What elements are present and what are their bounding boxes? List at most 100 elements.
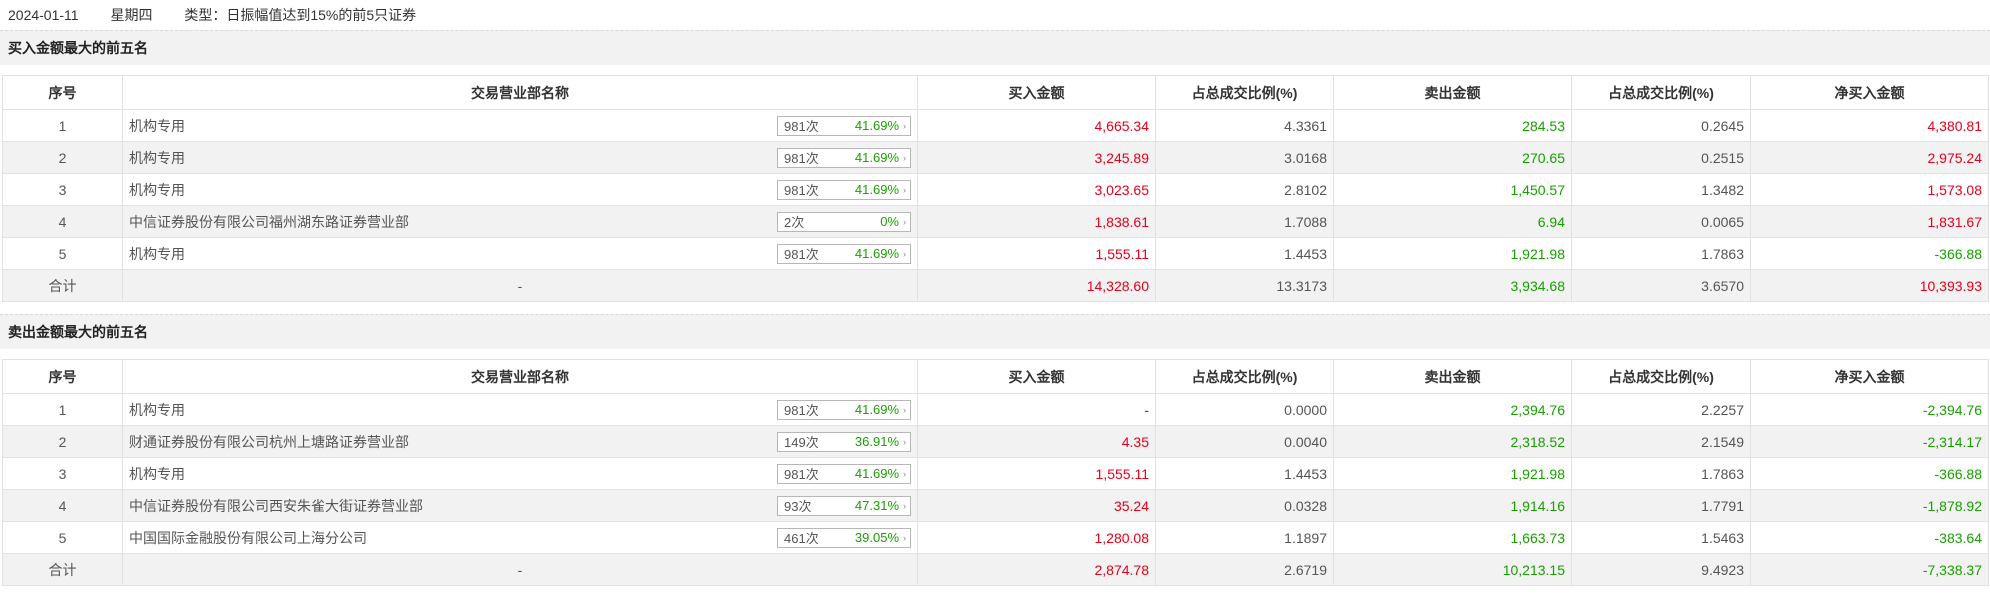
buy-ratio: 0.0328 [1155,489,1334,522]
col-header-sell: 卖出金额 [1333,359,1572,394]
buy-ratio: 0.0000 [1155,393,1334,426]
row-index: 5 [2,521,123,554]
row-index: 4 [2,205,123,238]
sell-amount: 1,921.98 [1333,237,1572,270]
trade-count: 981次 [784,151,819,166]
broker-stats-badge[interactable]: 981次 41.69% › [777,399,911,420]
broker-cell: 机构专用 981次 41.69% › [122,393,918,426]
col-header-sell-ratio: 占总成交比例(%) [1571,359,1751,394]
col-header-net: 净买入金额 [1750,359,1989,394]
row-index: 1 [2,109,123,142]
table-total-row: 合计 - 14,328.60 13.3173 3,934.68 3.6570 1… [2,269,1989,302]
sell-ratio: 2.2257 [1571,393,1751,426]
chevron-right-icon: › [903,436,906,447]
broker-name[interactable]: 机构专用 [129,464,185,484]
broker-stats-badge[interactable]: 2次 0% › [777,211,911,232]
broker-stats-badge[interactable]: 149次 36.91% › [777,431,911,452]
broker-stats-badge[interactable]: 461次 39.05% › [777,527,911,548]
broker-name[interactable]: 中信证券股份有限公司福州湖东路证券营业部 [129,212,409,232]
col-header-sell: 卖出金额 [1333,75,1572,110]
total-sell-ratio: 3.6570 [1571,269,1751,302]
total-sell-ratio: 9.4923 [1571,553,1751,586]
broker-name[interactable]: 财通证券股份有限公司杭州上塘路证券营业部 [129,432,409,452]
buy-ratio: 3.0168 [1155,141,1334,174]
total-buy-amount: 14,328.60 [917,269,1156,302]
sell-ratio: 1.7863 [1571,237,1751,270]
buy-ratio: 1.4453 [1155,237,1334,270]
sell-ratio: 1.7863 [1571,457,1751,490]
total-name-placeholder: - [122,269,918,302]
broker-name[interactable]: 机构专用 [129,400,185,420]
row-index: 3 [2,457,123,490]
sell-amount: 284.53 [1333,109,1572,142]
win-rate: 47.31% [854,498,899,513]
table-row: 4 中信证券股份有限公司福州湖东路证券营业部 2次 0% › 1,838.61 1.… [2,205,1989,238]
net-amount: -1,878.92 [1750,489,1989,522]
win-rate: 41.69% [854,246,899,261]
sell-section-title: 卖出金额最大的前五名 [0,314,1990,349]
chevron-right-icon: › [903,404,906,415]
buy-amount: 4,665.34 [917,109,1156,142]
broker-cell: 中国国际金融股份有限公司上海分公司 461次 39.05% › [122,521,918,554]
net-amount: -366.88 [1750,457,1989,490]
broker-name[interactable]: 机构专用 [129,244,185,264]
buy-amount: - [917,393,1156,426]
row-index: 1 [2,393,123,426]
win-rate: 41.69% [854,182,899,197]
total-label: 合计 [2,553,123,586]
table-row: 4 中信证券股份有限公司西安朱雀大街证券营业部 93次 47.31% › 35.24… [2,489,1989,522]
net-amount: 1,573.08 [1750,173,1989,206]
buy-table: 序号 交易营业部名称 买入金额 占总成交比例(%) 卖出金额 占总成交比例(%)… [2,75,1989,302]
broker-stats-badge[interactable]: 981次 41.69% › [777,463,911,484]
total-sell-amount: 10,213.15 [1333,553,1572,586]
total-label: 合计 [2,269,123,302]
col-header-name: 交易营业部名称 [122,359,918,394]
broker-name[interactable]: 机构专用 [129,116,185,136]
chevron-right-icon: › [903,216,906,227]
table-row: 5 机构专用 981次 41.69% › 1,555.11 1.4453 1,921… [2,237,1989,270]
net-amount: -383.64 [1750,521,1989,554]
buy-amount: 3,245.89 [917,141,1156,174]
broker-stats-badge[interactable]: 93次 47.31% › [777,495,911,516]
buy-amount: 1,555.11 [917,457,1156,490]
broker-cell: 财通证券股份有限公司杭州上塘路证券营业部 149次 36.91% › [122,425,918,458]
sell-ratio: 1.3482 [1571,173,1751,206]
weekday-text: 星期四 [110,7,153,23]
broker-name[interactable]: 机构专用 [129,180,185,200]
broker-name[interactable]: 机构专用 [129,148,185,168]
table-total-row: 合计 - 2,874.78 2.6719 10,213.15 9.4923 -7… [2,553,1989,586]
buy-amount: 1,280.08 [917,521,1156,554]
buy-ratio: 1.4453 [1155,457,1334,490]
buy-amount: 1,838.61 [917,205,1156,238]
chevron-right-icon: › [903,152,906,163]
buy-ratio: 0.0040 [1155,425,1334,458]
broker-cell: 中信证券股份有限公司西安朱雀大街证券营业部 93次 47.31% › [122,489,918,522]
broker-stats-badge[interactable]: 981次 41.69% › [777,243,911,264]
broker-stats-badge[interactable]: 981次 41.69% › [777,115,911,136]
table-row: 1 机构专用 981次 41.69% › 4,665.34 4.3361 284.5… [2,109,1989,142]
sell-ratio: 0.2515 [1571,141,1751,174]
trade-count: 981次 [784,403,819,418]
row-index: 2 [2,425,123,458]
broker-stats-badge[interactable]: 981次 41.69% › [777,179,911,200]
trade-count: 981次 [784,119,819,134]
sell-table: 序号 交易营业部名称 买入金额 占总成交比例(%) 卖出金额 占总成交比例(%)… [2,359,1989,586]
col-header-buy: 买入金额 [917,359,1156,394]
sell-ratio: 0.2645 [1571,109,1751,142]
sell-amount: 2,394.76 [1333,393,1572,426]
broker-name[interactable]: 中信证券股份有限公司西安朱雀大街证券营业部 [129,496,423,516]
chevron-right-icon: › [903,248,906,259]
broker-name[interactable]: 中国国际金融股份有限公司上海分公司 [129,528,367,548]
trade-count: 93次 [784,499,812,514]
table-row: 5 中国国际金融股份有限公司上海分公司 461次 39.05% › 1,280.08… [2,521,1989,554]
broker-stats-badge[interactable]: 981次 41.69% › [777,147,911,168]
chevron-right-icon: › [903,184,906,195]
net-amount: 4,380.81 [1750,109,1989,142]
win-rate: 0% [880,214,899,229]
total-net-amount: 10,393.93 [1750,269,1989,302]
row-index: 4 [2,489,123,522]
table-row: 3 机构专用 981次 41.69% › 1,555.11 1.4453 1,921… [2,457,1989,490]
sell-amount: 1,663.73 [1333,521,1572,554]
col-header-sell-ratio: 占总成交比例(%) [1571,75,1751,110]
sell-ratio: 0.0065 [1571,205,1751,238]
